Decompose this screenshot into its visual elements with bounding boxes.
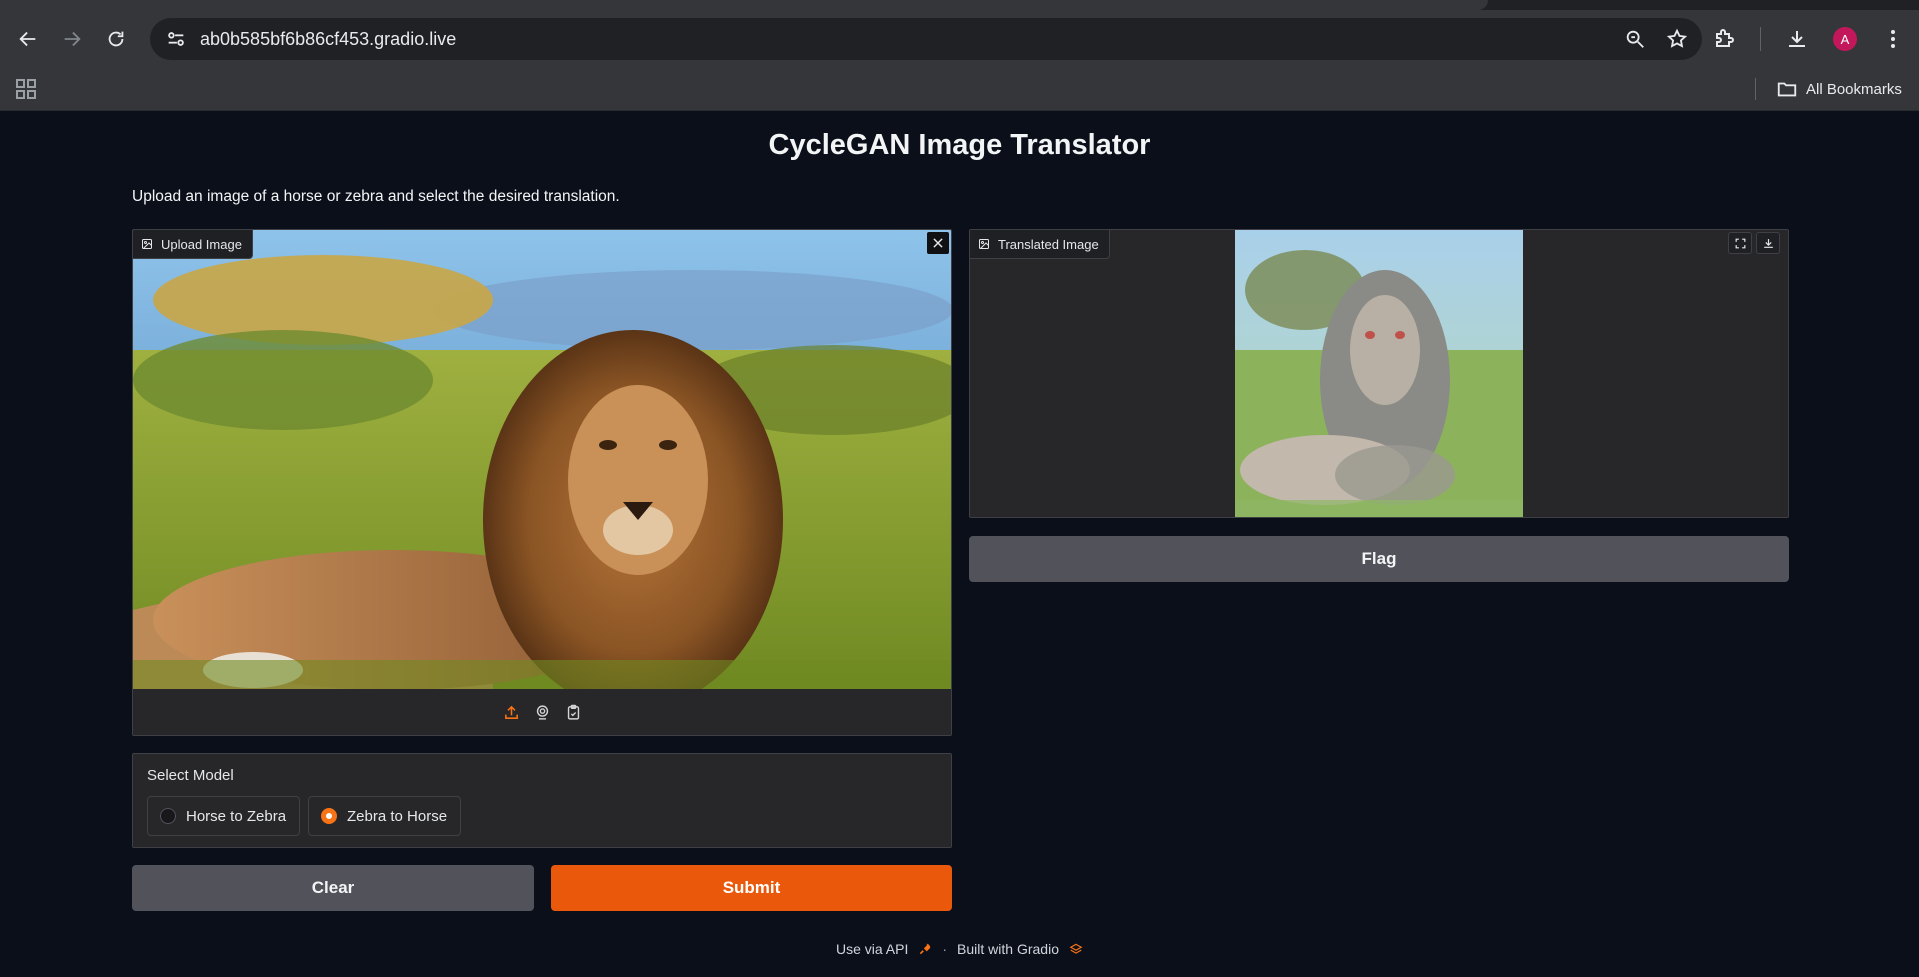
upload-image-label: Upload Image xyxy=(133,230,253,259)
all-bookmarks-label: All Bookmarks xyxy=(1806,80,1902,98)
radio-zebra-to-horse[interactable]: Zebra to Horse xyxy=(308,796,462,836)
model-selector-label: Select Model xyxy=(147,767,234,784)
image-icon xyxy=(142,239,152,249)
built-with-gradio-link[interactable]: Built with Gradio xyxy=(957,941,1059,957)
more-menu-icon[interactable] xyxy=(1881,27,1905,51)
all-bookmarks-button[interactable]: All Bookmarks xyxy=(1776,76,1902,102)
fullscreen-icon xyxy=(1735,238,1745,248)
forward-button[interactable] xyxy=(50,17,94,61)
image-icon xyxy=(979,239,989,249)
submit-button[interactable]: Submit xyxy=(551,865,952,911)
browser-toolbar: ab0b585bf6b86cf453.gradio.live A xyxy=(0,10,1919,68)
translated-lion-image xyxy=(1235,230,1523,517)
upload-image-label-text: Upload Image xyxy=(161,236,242,252)
forward-arrow-icon xyxy=(64,31,81,47)
toolbar-divider xyxy=(1760,27,1761,51)
flag-button[interactable]: Flag xyxy=(969,536,1789,582)
use-via-api-link[interactable]: Use via API xyxy=(836,941,908,957)
reload-icon xyxy=(108,31,124,47)
folder-icon xyxy=(1777,82,1797,97)
translated-image-label-text: Translated Image xyxy=(998,236,1099,252)
page-title: CycleGAN Image Translator xyxy=(768,129,1151,161)
rocket-icon xyxy=(920,943,931,955)
radio-horse-to-zebra[interactable]: Horse to Zebra xyxy=(147,796,301,836)
fullscreen-button[interactable] xyxy=(1728,232,1752,254)
profile-avatar[interactable]: A xyxy=(1833,27,1857,51)
translated-image-label: Translated Image xyxy=(970,230,1110,259)
uploaded-lion-image xyxy=(133,230,951,689)
close-icon xyxy=(933,238,943,248)
radio-unselected-icon xyxy=(160,808,176,824)
site-info-icon[interactable] xyxy=(164,27,188,51)
upload-icon[interactable] xyxy=(503,704,520,721)
remove-image-button[interactable] xyxy=(927,232,949,254)
reload-button[interactable] xyxy=(94,17,138,61)
bookmarks-bar: All Bookmarks xyxy=(0,68,1919,111)
zoom-icon[interactable] xyxy=(1624,28,1646,50)
clipboard-icon[interactable] xyxy=(565,704,582,721)
url-text[interactable]: ab0b585bf6b86cf453.gradio.live xyxy=(200,29,456,50)
model-selector: Select Model Horse to Zebra Zebra to Hor… xyxy=(132,753,952,848)
app-page: CycleGAN Image Translator Upload an imag… xyxy=(0,111,1919,977)
translated-image-panel: Translated Image xyxy=(969,229,1789,518)
clear-button[interactable]: Clear xyxy=(132,865,534,911)
download-icon[interactable] xyxy=(1785,27,1809,51)
tab-strip xyxy=(0,0,1919,10)
upload-image-panel[interactable]: Upload Image xyxy=(132,229,952,736)
gradio-logo-icon xyxy=(1069,943,1083,954)
radio-selected-icon xyxy=(321,808,337,824)
image-source-bar xyxy=(133,689,951,735)
download-image-button[interactable] xyxy=(1756,232,1780,254)
back-button[interactable] xyxy=(6,17,50,61)
page-description: Upload an image of a horse or zebra and … xyxy=(132,188,620,205)
radio-horse-to-zebra-label: Horse to Zebra xyxy=(186,807,287,825)
output-toolbar xyxy=(1728,232,1780,254)
footer: Use via API · Built with Gradio xyxy=(0,941,1919,957)
bookmark-star-icon[interactable] xyxy=(1666,28,1688,50)
webcam-icon[interactable] xyxy=(534,704,551,721)
apps-grid-icon[interactable] xyxy=(14,77,38,101)
footer-separator: · xyxy=(942,941,948,957)
bookmarks-divider xyxy=(1755,78,1756,100)
download-icon xyxy=(1763,238,1773,248)
back-arrow-icon xyxy=(19,31,36,47)
extensions-icon[interactable] xyxy=(1712,27,1736,51)
address-bar[interactable]: ab0b585bf6b86cf453.gradio.live xyxy=(150,18,1702,60)
active-tab[interactable] xyxy=(0,0,1488,10)
radio-zebra-to-horse-label: Zebra to Horse xyxy=(347,807,448,825)
